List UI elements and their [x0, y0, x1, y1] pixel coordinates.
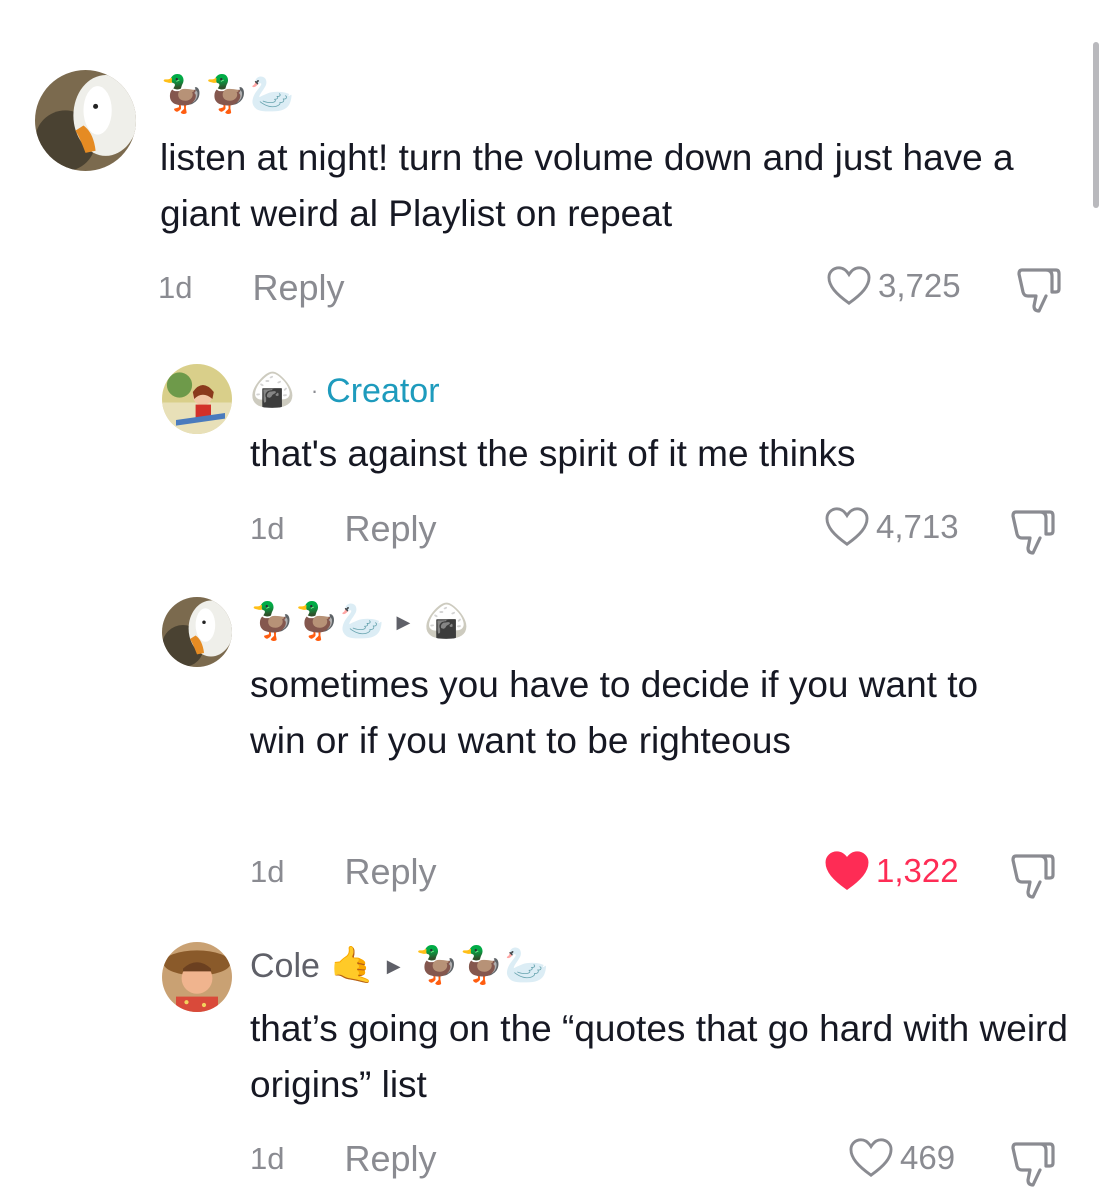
like-count: 469 — [900, 1139, 956, 1176]
like-button[interactable]: 1,322 — [824, 849, 959, 893]
goose-avatar-image — [162, 597, 232, 667]
comment-meta: 1d Reply — [250, 1137, 437, 1181]
scrollbar[interactable] — [1093, 42, 1099, 208]
comment-meta: 1d Reply — [250, 850, 437, 894]
thumbs-down-icon[interactable] — [1010, 852, 1056, 900]
heart-outline-icon — [827, 266, 871, 305]
creator-avatar-image — [162, 364, 232, 434]
avatar[interactable] — [35, 70, 136, 171]
like-count: 4,713 — [876, 508, 959, 545]
like-count: 1,322 — [876, 852, 959, 889]
like-button[interactable]: 3,725 — [826, 264, 961, 308]
author-name: Cole — [250, 946, 320, 985]
reply-to-name[interactable]: 🦆🦆🦢 — [415, 948, 549, 984]
heart-outline-icon — [849, 1138, 893, 1177]
comment-meta: 1d Reply — [250, 507, 437, 551]
creator-badge: Creator — [326, 371, 440, 410]
heart-filled-icon — [825, 851, 869, 890]
thumbs-down-icon[interactable] — [1016, 266, 1062, 314]
reply-button[interactable]: Reply — [344, 851, 436, 893]
reply-button[interactable]: Reply — [252, 267, 344, 309]
separator-dot: · — [310, 378, 319, 403]
comment-text: listen at night! turn the volume down an… — [160, 137, 1014, 234]
like-button[interactable]: 4,713 — [824, 505, 959, 549]
comment-author[interactable]: 🍙 · Creator — [250, 368, 440, 414]
comment-text: sometimes you have to decide if you want… — [250, 664, 979, 761]
comment-text: that’s going on the “quotes that go hard… — [250, 1008, 1068, 1105]
reply-to-name[interactable]: 🍙 — [424, 604, 469, 640]
heart-outline-icon — [825, 507, 869, 546]
comment-meta: 1d Reply — [158, 266, 345, 310]
reply-to-arrow-icon: ▶ — [396, 611, 411, 633]
comment-author[interactable]: 🦆🦆🦢 — [160, 72, 296, 118]
comment-author[interactable]: 🦆🦆🦢 ▶ 🍙 — [250, 599, 471, 645]
author-emoji-name: 🦆🦆🦢 — [250, 601, 385, 642]
goose-avatar-image — [35, 70, 136, 171]
comment-time: 1d — [250, 854, 285, 889]
thumbs-down-icon[interactable] — [1010, 1140, 1056, 1188]
like-count: 3,725 — [878, 267, 961, 304]
reply-button[interactable]: Reply — [344, 508, 436, 550]
reply-to-arrow-icon: ▶ — [386, 955, 401, 977]
comment-text: that's against the spirit of it me think… — [250, 433, 856, 474]
avatar[interactable] — [162, 597, 232, 667]
avatar[interactable] — [162, 942, 232, 1012]
thumbs-down-icon[interactable] — [1010, 508, 1056, 556]
comment-time: 1d — [158, 270, 193, 305]
author-emoji-name: 🍙 — [250, 370, 295, 411]
comment-time: 1d — [250, 511, 285, 546]
avatar[interactable] — [162, 364, 232, 434]
author-emoji-name: 🦆🦆🦢 — [160, 74, 295, 115]
comment-author[interactable]: Cole 🤙 ▶ 🦆🦆🦢 — [250, 943, 551, 989]
comment-time: 1d — [250, 1141, 285, 1176]
cole-avatar-image — [162, 942, 232, 1012]
reply-button[interactable]: Reply — [344, 1138, 436, 1180]
like-button[interactable]: 469 — [848, 1136, 955, 1180]
author-name-emoji: 🤙 — [329, 945, 375, 986]
